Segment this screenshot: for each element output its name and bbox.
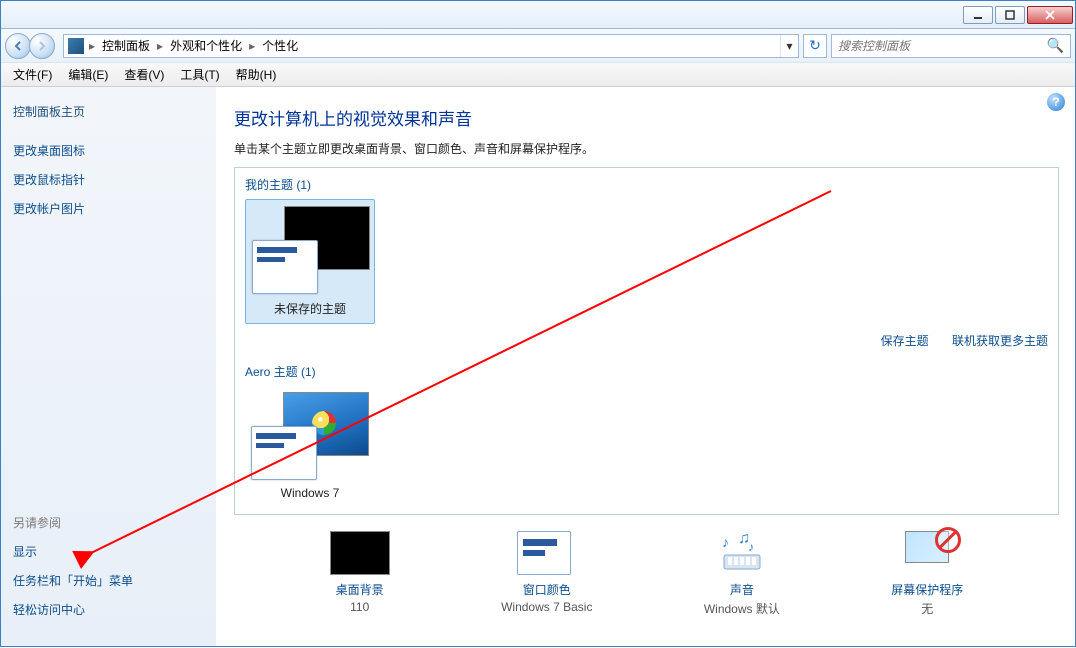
theme-windows7[interactable]: Windows 7 — [245, 386, 375, 506]
sidebar-link-taskbar-start[interactable]: 任务栏和「开始」菜单 — [13, 572, 204, 589]
breadcrumb-seg-personalization[interactable]: 个性化 — [256, 37, 304, 54]
menu-help[interactable]: 帮助(H) — [228, 66, 285, 83]
sidebar-link-account-picture[interactable]: 更改帐户图片 — [13, 200, 204, 217]
sounds-button[interactable]: ♪♫♪ 声音 Windows 默认 — [704, 531, 780, 617]
back-button[interactable] — [5, 33, 31, 59]
menu-edit[interactable]: 编辑(E) — [60, 66, 116, 83]
page-subtitle: 单击某个主题立即更改桌面背景、窗口颜色、声音和屏幕保护程序。 — [234, 140, 1059, 157]
close-button[interactable] — [1027, 6, 1073, 24]
sounds-value: Windows 默认 — [704, 600, 780, 617]
svg-text:♪: ♪ — [748, 540, 754, 554]
desktop-background-button[interactable]: 桌面背景 110 — [330, 531, 390, 617]
sounds-label: 声音 — [704, 581, 780, 598]
my-themes-label: 我的主题 (1) — [245, 176, 1048, 193]
desktop-background-value: 110 — [330, 600, 390, 614]
sidebar: 控制面板主页 更改桌面图标 更改鼠标指针 更改帐户图片 另请参阅 显示 任务栏和… — [1, 87, 216, 646]
svg-text:♪: ♪ — [722, 534, 729, 550]
theme-unsaved[interactable]: 未保存的主题 — [245, 199, 375, 324]
screensaver-icon — [897, 531, 957, 575]
desktop-background-icon — [330, 531, 390, 575]
forward-button[interactable] — [29, 33, 55, 59]
page-title: 更改计算机上的视觉效果和声音 — [234, 105, 1059, 130]
titlebar — [1, 1, 1075, 29]
window-color-label: 窗口颜色 — [501, 581, 592, 598]
breadcrumb-icon — [68, 38, 84, 54]
maximize-button[interactable] — [995, 6, 1025, 24]
sidebar-link-display[interactable]: 显示 — [13, 543, 204, 560]
sidebar-link-mouse-pointers[interactable]: 更改鼠标指针 — [13, 171, 204, 188]
search-box[interactable]: 🔍 — [831, 34, 1071, 58]
sidebar-seealso-label: 另请参阅 — [13, 514, 204, 531]
theme-window-thumb — [251, 426, 317, 480]
theme-name: Windows 7 — [251, 486, 369, 500]
menu-tools[interactable]: 工具(T) — [172, 66, 227, 83]
breadcrumb-dropdown[interactable]: ▾ — [780, 35, 798, 57]
window-color-icon — [517, 531, 571, 575]
menu-file[interactable]: 文件(F) — [5, 66, 60, 83]
main-content: ? 更改计算机上的视觉效果和声音 单击某个主题立即更改桌面背景、窗口颜色、声音和… — [216, 87, 1075, 646]
breadcrumb-seg-control-panel[interactable]: 控制面板 — [96, 37, 156, 54]
search-icon: 🔍 — [1047, 37, 1064, 54]
search-input[interactable] — [838, 39, 1047, 53]
screensaver-button[interactable]: 屏幕保护程序 无 — [891, 531, 963, 617]
menu-view[interactable]: 查看(V) — [116, 66, 172, 83]
theme-components-row: 桌面背景 110 窗口颜色 Windows 7 Basic ♪♫♪ 声音 Win… — [234, 531, 1059, 617]
sidebar-link-ease-of-access[interactable]: 轻松访问中心 — [13, 601, 204, 618]
minimize-button[interactable] — [963, 6, 993, 24]
get-more-themes-link[interactable]: 联机获取更多主题 — [952, 334, 1048, 348]
screensaver-value: 无 — [891, 600, 963, 617]
breadcrumb-seg-appearance[interactable]: 外观和个性化 — [164, 37, 248, 54]
window-color-button[interactable]: 窗口颜色 Windows 7 Basic — [501, 531, 592, 617]
aero-themes-label: Aero 主题 (1) — [245, 363, 1048, 380]
breadcrumb[interactable]: ▸ 控制面板 ▸ 外观和个性化 ▸ 个性化 ▾ — [63, 34, 799, 58]
desktop-background-label: 桌面背景 — [330, 581, 390, 598]
themes-list: 我的主题 (1) 未保存的主题 保存主题 联机获取更多主题 Aero 主题 (1… — [234, 167, 1059, 515]
screensaver-label: 屏幕保护程序 — [891, 581, 963, 598]
refresh-button[interactable]: ↻ — [803, 34, 827, 58]
sounds-icon: ♪♫♪ — [712, 531, 772, 575]
sidebar-link-desktop-icons[interactable]: 更改桌面图标 — [13, 142, 204, 159]
save-theme-link[interactable]: 保存主题 — [881, 334, 929, 348]
help-button[interactable]: ? — [1047, 93, 1065, 111]
theme-name: 未保存的主题 — [252, 300, 368, 317]
window-color-value: Windows 7 Basic — [501, 600, 592, 614]
navbar: ▸ 控制面板 ▸ 外观和个性化 ▸ 个性化 ▾ ↻ 🔍 — [1, 29, 1075, 63]
menubar: 文件(F) 编辑(E) 查看(V) 工具(T) 帮助(H) — [1, 63, 1075, 87]
theme-window-thumb — [252, 240, 318, 294]
sidebar-home[interactable]: 控制面板主页 — [13, 103, 204, 120]
